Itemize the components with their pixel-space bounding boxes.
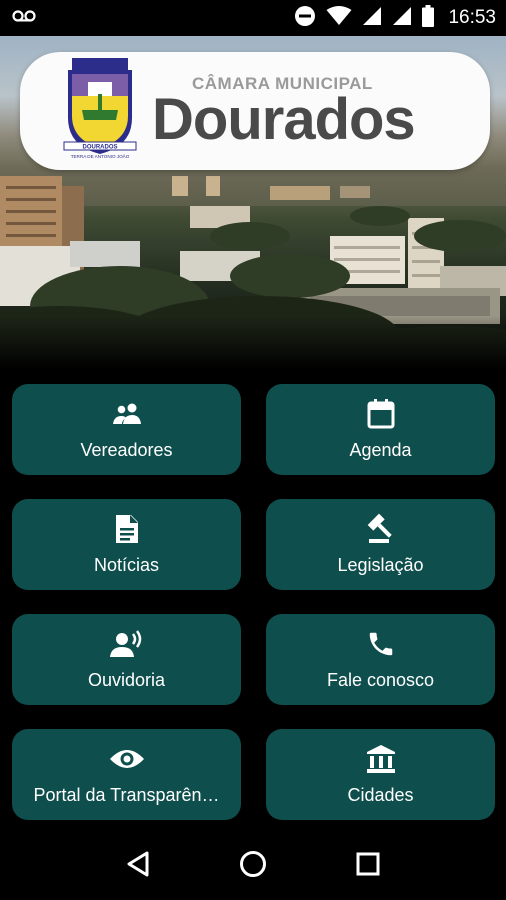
portal-transparencia-button[interactable]: Portal da Transparên… (12, 729, 241, 820)
ouvidoria-label: Ouvidoria (87, 670, 166, 690)
legislacao-button[interactable]: Legislação (266, 499, 495, 590)
voicemail-icon (12, 9, 36, 28)
eye-icon (109, 743, 145, 775)
home-icon (239, 850, 267, 883)
fale-conosco-label: Fale conosco (326, 670, 435, 690)
battery-icon (422, 4, 435, 32)
ouvidoria-button[interactable]: Ouvidoria (12, 614, 241, 705)
agenda-label: Agenda (349, 440, 412, 460)
signal-icon (392, 6, 412, 31)
municipal-crest-logo: DOURADOS TERRA DE ANTONIO JOÃO (63, 58, 137, 159)
noticias-label: Notícias (93, 555, 160, 575)
phone-icon (366, 628, 396, 660)
fale-conosco-button[interactable]: Fale conosco (266, 614, 495, 705)
people-icon (111, 398, 143, 430)
signal-icon (362, 6, 382, 31)
portal-transparencia-label: Portal da Transparên… (33, 785, 220, 805)
logo-title: Dourados (152, 87, 416, 152)
hero-banner: DOURADOS TERRA DE ANTONIO JOÃO CÂMARA MU… (0, 36, 506, 370)
crest-text: DOURADOS (82, 145, 117, 151)
document-icon (114, 513, 140, 545)
vereadores-button[interactable]: Vereadores (12, 384, 241, 475)
wifi-icon (326, 5, 352, 31)
back-icon (125, 850, 151, 883)
legislacao-label: Legislação (337, 555, 424, 575)
crest-motto: TERRA DE ANTONIO JOÃO (71, 153, 130, 159)
calendar-icon (365, 398, 397, 430)
agenda-button[interactable]: Agenda (266, 384, 495, 475)
home-button[interactable] (229, 842, 277, 890)
bank-icon (365, 743, 397, 775)
status-bar: 16:53 (0, 0, 506, 36)
recents-icon (355, 851, 381, 882)
navigation-bar (0, 832, 506, 900)
voice-icon (109, 628, 144, 660)
vereadores-label: Vereadores (80, 440, 173, 460)
menu-grid: Vereadores Agenda Notícias Legislação Ou… (12, 384, 495, 820)
logo-card: DOURADOS TERRA DE ANTONIO JOÃO CÂMARA MU… (20, 52, 490, 170)
cidades-label: Cidades (347, 785, 414, 805)
gavel-icon (365, 513, 397, 545)
do-not-disturb-icon (294, 5, 316, 32)
status-time: 16:53 (448, 7, 496, 28)
cidades-button[interactable]: Cidades (266, 729, 495, 820)
back-button[interactable] (114, 842, 162, 890)
noticias-button[interactable]: Notícias (12, 499, 241, 590)
recents-button[interactable] (344, 842, 392, 890)
